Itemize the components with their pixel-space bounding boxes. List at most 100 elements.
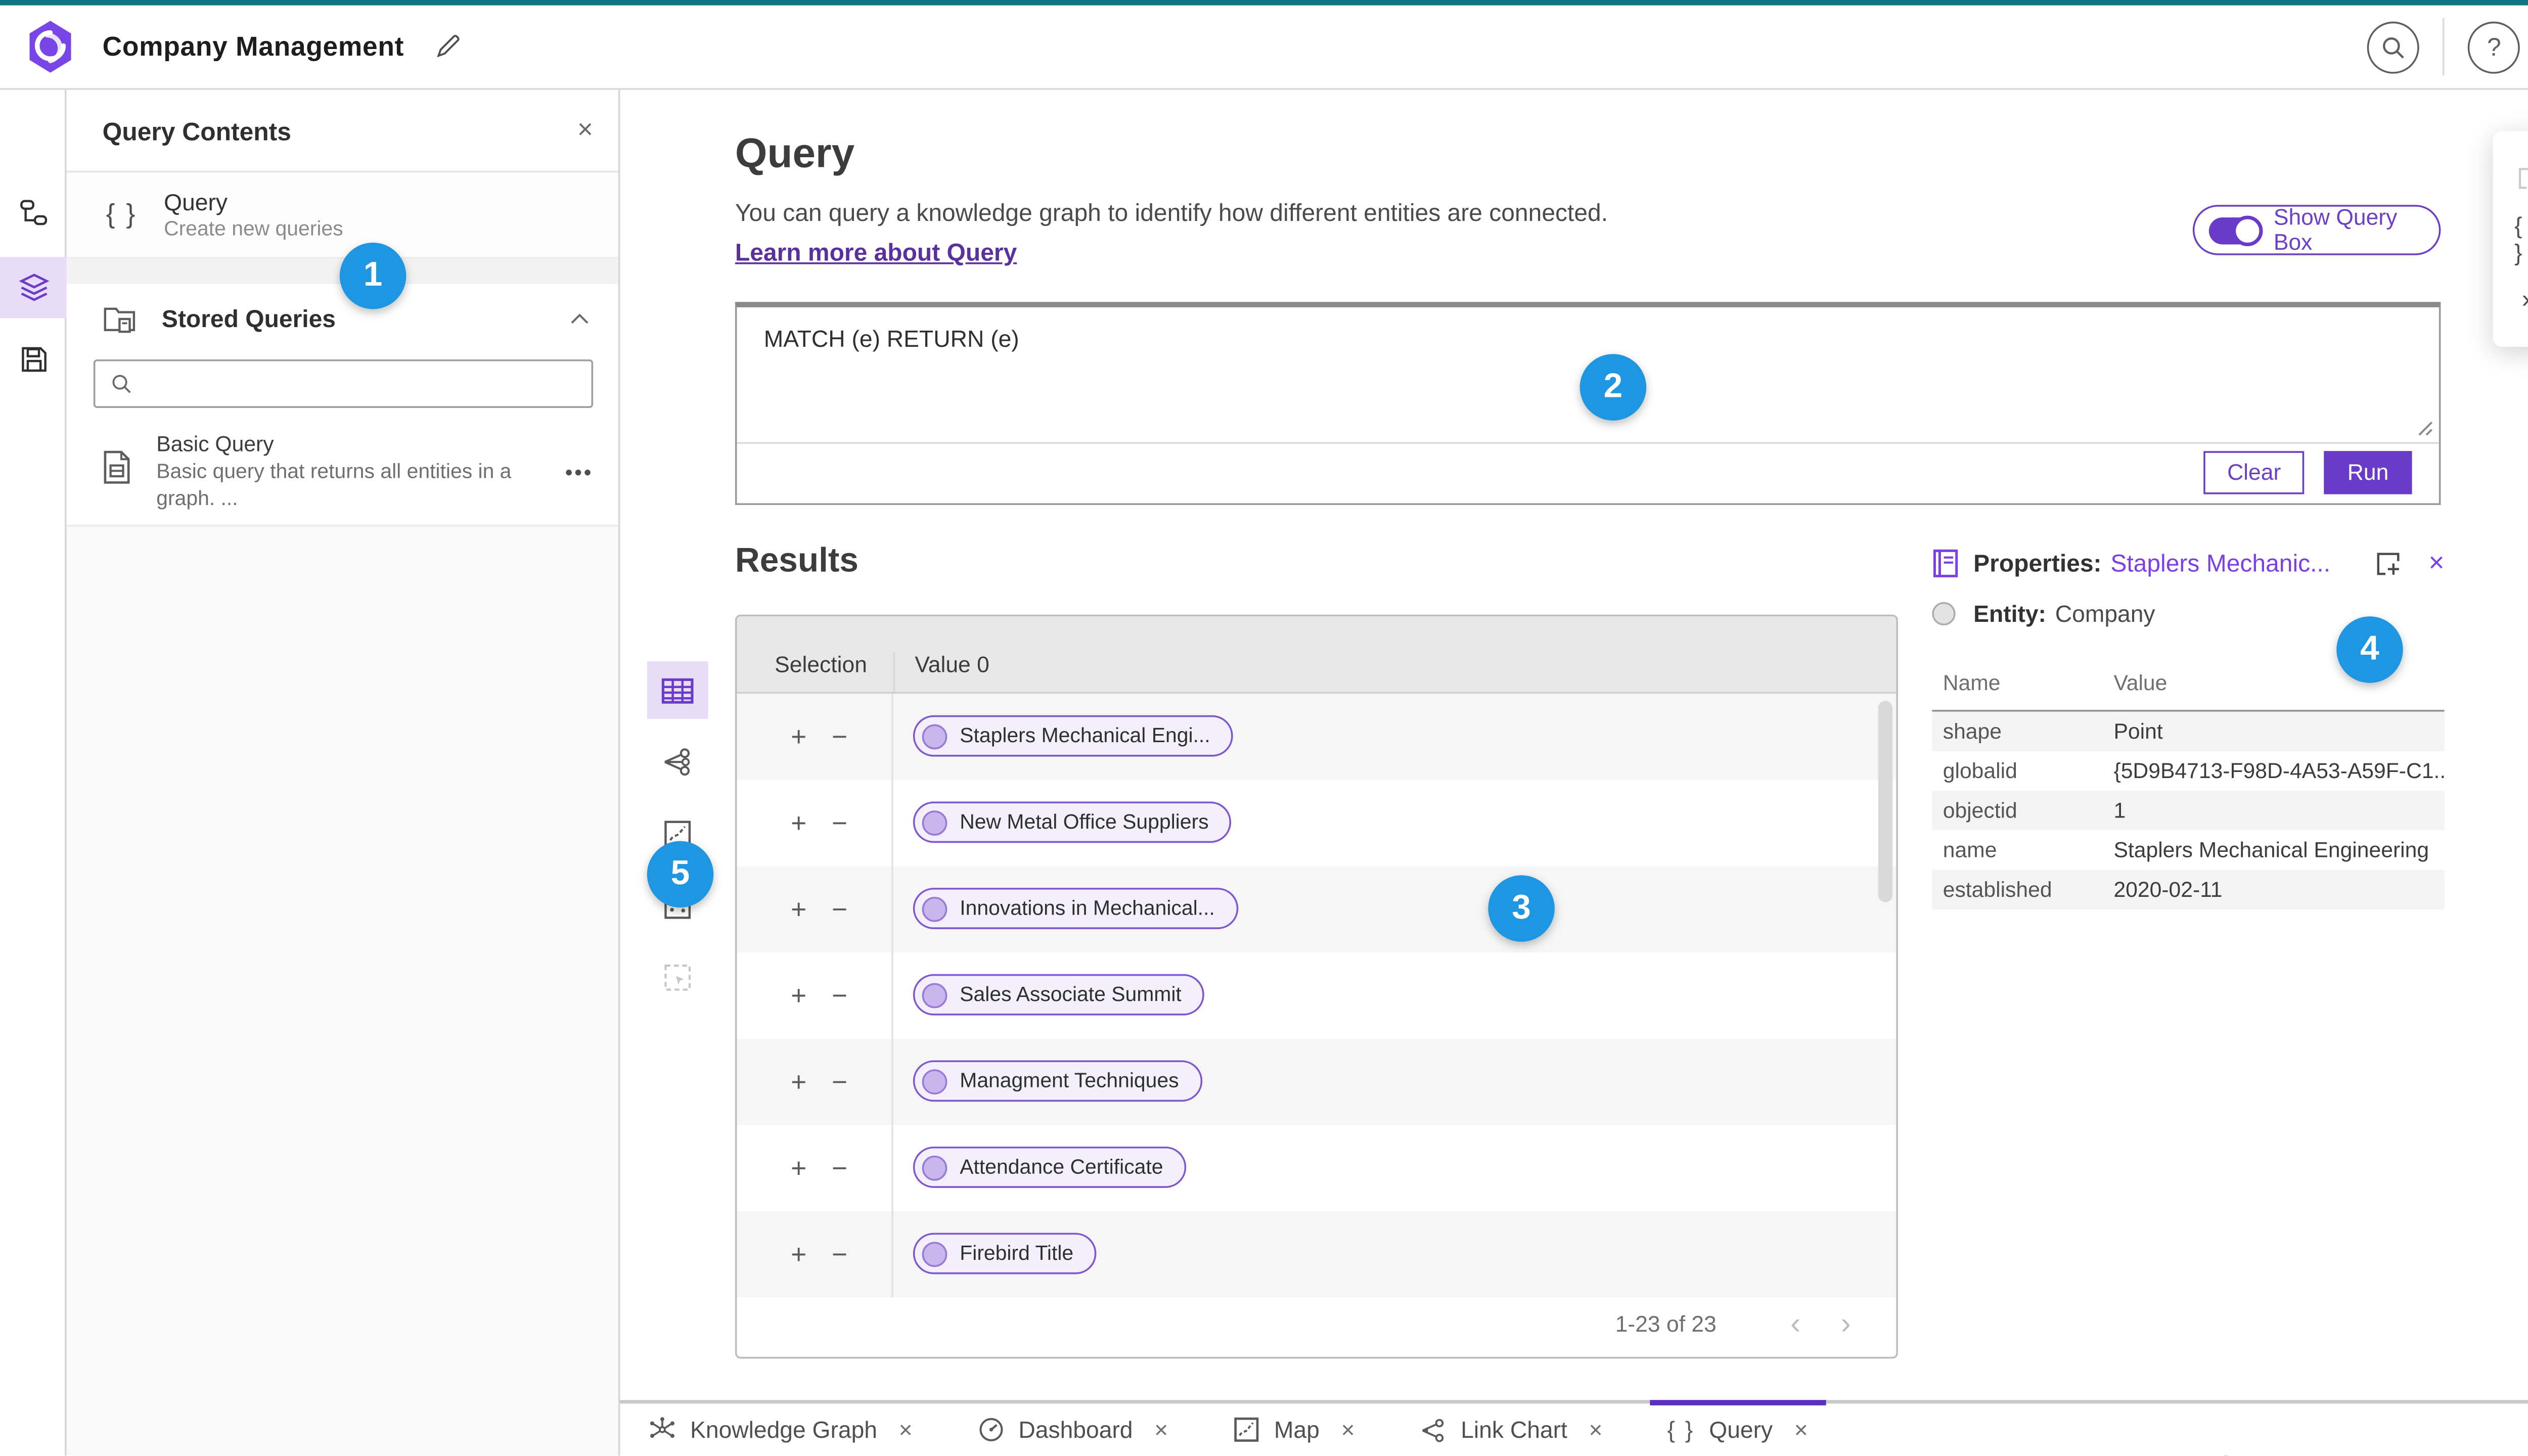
remove-from-selection-button[interactable]: − xyxy=(832,808,847,838)
add-to-selection-button[interactable]: + xyxy=(791,894,806,925)
tab-knowledge-graph[interactable]: Knowledge Graph × xyxy=(649,1403,913,1455)
resize-handle[interactable] xyxy=(2414,417,2433,437)
column-header-value: Value xyxy=(2113,670,2168,696)
property-row[interactable]: name Staplers Mechanical Engineering xyxy=(1932,830,2444,870)
add-to-selection-button[interactable]: + xyxy=(791,808,806,838)
run-button[interactable]: Run xyxy=(2324,451,2412,494)
entity-pill[interactable]: Staplers Mechanical Engi... xyxy=(913,715,1234,757)
save-icon xyxy=(19,345,48,374)
table-row[interactable]: + − Sales Associate Summit xyxy=(737,952,1896,1039)
next-page-icon[interactable]: › xyxy=(1821,1306,1871,1342)
table-row[interactable]: + − Attendance Certificate xyxy=(737,1125,1896,1211)
view-tab-bar: Knowledge Graph × Dashboard × Map × Link… xyxy=(620,1400,2528,1456)
entity-pill[interactable]: Managment Techniques xyxy=(913,1061,1202,1102)
table-row[interactable]: + − Innovations in Mechanical... xyxy=(737,866,1897,953)
tab-dashboard[interactable]: Dashboard × xyxy=(977,1403,1168,1455)
save-rail-button[interactable] xyxy=(0,329,67,390)
show-query-box-toggle[interactable]: Show Query Box xyxy=(2192,205,2441,255)
learn-more-link[interactable]: Learn more about Query xyxy=(735,239,1017,266)
stored-queries-search[interactable] xyxy=(93,359,594,408)
query-contents-panel: Query Contents × { } Query Create new qu… xyxy=(66,89,620,1456)
table-row[interactable]: + − Firebird Title xyxy=(737,1211,1897,1298)
entity-pill[interactable]: New Metal Office Suppliers xyxy=(913,802,1232,844)
clear-button[interactable]: Clear xyxy=(2203,451,2305,494)
prev-page-icon[interactable]: ‹ xyxy=(1770,1306,1821,1342)
table-row[interactable]: + − Staplers Mechanical Engi... xyxy=(737,694,1897,780)
remove-from-selection-button[interactable]: − xyxy=(832,721,847,752)
stored-query-item[interactable]: Basic Query Basic query that returns all… xyxy=(67,428,618,525)
knowledge-studio-logo-icon xyxy=(25,20,76,74)
search-icon xyxy=(110,372,133,395)
remove-from-selection-button[interactable]: − xyxy=(832,980,847,1011)
add-to-selection-button[interactable]: + xyxy=(791,1153,806,1183)
entity-label: Entity: xyxy=(1973,600,2046,627)
menu-item-add-selection-to[interactable]: Add Selection To xyxy=(2493,149,2528,208)
properties-header: Properties: Staplers Mechanic... × xyxy=(1932,548,2445,579)
remove-from-selection-button[interactable]: − xyxy=(832,1153,847,1183)
add-selection-icon[interactable] xyxy=(2375,549,2404,578)
knowledge-graph-icon xyxy=(649,1416,675,1443)
query-box-divider xyxy=(737,442,2439,444)
add-selection-icon xyxy=(2514,165,2528,192)
selection-view-button[interactable] xyxy=(647,949,708,1007)
query-contents-item-query[interactable]: { } Query Create new queries xyxy=(66,172,618,259)
edit-title-icon[interactable] xyxy=(433,32,462,61)
remove-from-selection-button[interactable]: − xyxy=(832,894,847,925)
tab-link-chart[interactable]: Link Chart × xyxy=(1419,1403,1602,1455)
tab-map[interactable]: Map × xyxy=(1233,1403,1355,1455)
table-icon xyxy=(661,676,694,703)
close-properties-icon[interactable]: × xyxy=(2428,548,2444,578)
entity-pill[interactable]: Attendance Certificate xyxy=(913,1147,1187,1189)
layers-icon xyxy=(17,271,50,304)
close-tab-icon[interactable]: × xyxy=(899,1416,913,1443)
entity-pill[interactable]: Firebird Title xyxy=(913,1233,1097,1275)
remove-from-selection-button[interactable]: − xyxy=(832,1239,847,1269)
menu-item-store-as-new-query[interactable]: { } Store as New Query xyxy=(2493,208,2528,267)
search-input[interactable] xyxy=(144,369,592,398)
close-tab-icon[interactable]: × xyxy=(1154,1416,1168,1443)
query-textarea[interactable]: MATCH (e) RETURN (e) xyxy=(764,325,1019,352)
search-icon[interactable] xyxy=(2367,20,2420,73)
table-row[interactable]: + − Managment Techniques xyxy=(737,1038,1897,1125)
property-row[interactable]: shape Point xyxy=(1932,711,2445,751)
dashboard-gauge-icon xyxy=(977,1416,1004,1443)
property-row[interactable]: established 2020-02-11 xyxy=(1932,870,2445,909)
add-to-selection-button[interactable]: + xyxy=(791,980,806,1011)
close-tab-icon[interactable]: × xyxy=(1794,1416,1808,1443)
add-to-selection-button[interactable]: + xyxy=(791,1239,806,1269)
table-view-button[interactable] xyxy=(647,661,708,719)
menu-item-collapse[interactable]: » Collapse xyxy=(2493,268,2528,327)
table-row[interactable]: + − New Metal Office Suppliers xyxy=(737,780,1896,867)
annotation-badge-2: 2 xyxy=(1579,354,1647,421)
entity-dot-icon xyxy=(922,1155,947,1180)
help-icon[interactable]: ? xyxy=(2468,20,2520,73)
table-scrollbar[interactable] xyxy=(1878,701,1893,902)
link-chart-view-button[interactable] xyxy=(647,733,708,791)
top-accent-bar xyxy=(0,0,2528,6)
share-graph-icon xyxy=(661,748,694,777)
stored-queries-header[interactable]: Stored Queries xyxy=(67,284,618,352)
entity-pill[interactable]: Sales Associate Summit xyxy=(913,974,1205,1016)
stored-query-text: Basic Query Basic query that returns all… xyxy=(156,431,565,525)
properties-entity-link[interactable]: Staplers Mechanic... xyxy=(2110,550,2330,577)
entity-pill[interactable]: Innovations in Mechanical... xyxy=(913,888,1238,930)
add-to-selection-button[interactable]: + xyxy=(791,1067,806,1097)
properties-panel: Properties: Staplers Mechanic... × Entit… xyxy=(1932,548,2445,1456)
results-table-header: Selection Value 0 xyxy=(737,616,1897,694)
remove-from-selection-button[interactable]: − xyxy=(832,1067,847,1097)
panel-empty-area xyxy=(66,525,618,1456)
add-to-selection-button[interactable]: + xyxy=(791,721,806,752)
property-row[interactable]: objectid 1 xyxy=(1932,791,2445,831)
chevron-up-icon[interactable] xyxy=(570,312,590,325)
data-model-rail-button[interactable] xyxy=(0,181,67,243)
item-options-icon[interactable]: ••• xyxy=(565,460,593,525)
toggle-switch-icon xyxy=(2208,214,2263,246)
layers-rail-button[interactable] xyxy=(0,257,67,318)
close-panel-icon[interactable]: × xyxy=(577,117,593,144)
tab-query[interactable]: { } Query × xyxy=(1649,1400,1827,1455)
property-row[interactable]: globalid {5D9B4713-F98D-4A53-A59F-C1... xyxy=(1932,751,2445,791)
close-tab-icon[interactable]: × xyxy=(1341,1416,1355,1443)
close-tab-icon[interactable]: × xyxy=(1589,1416,1602,1443)
entity-type: Company xyxy=(2055,600,2155,627)
query-heading: Query xyxy=(735,129,855,176)
